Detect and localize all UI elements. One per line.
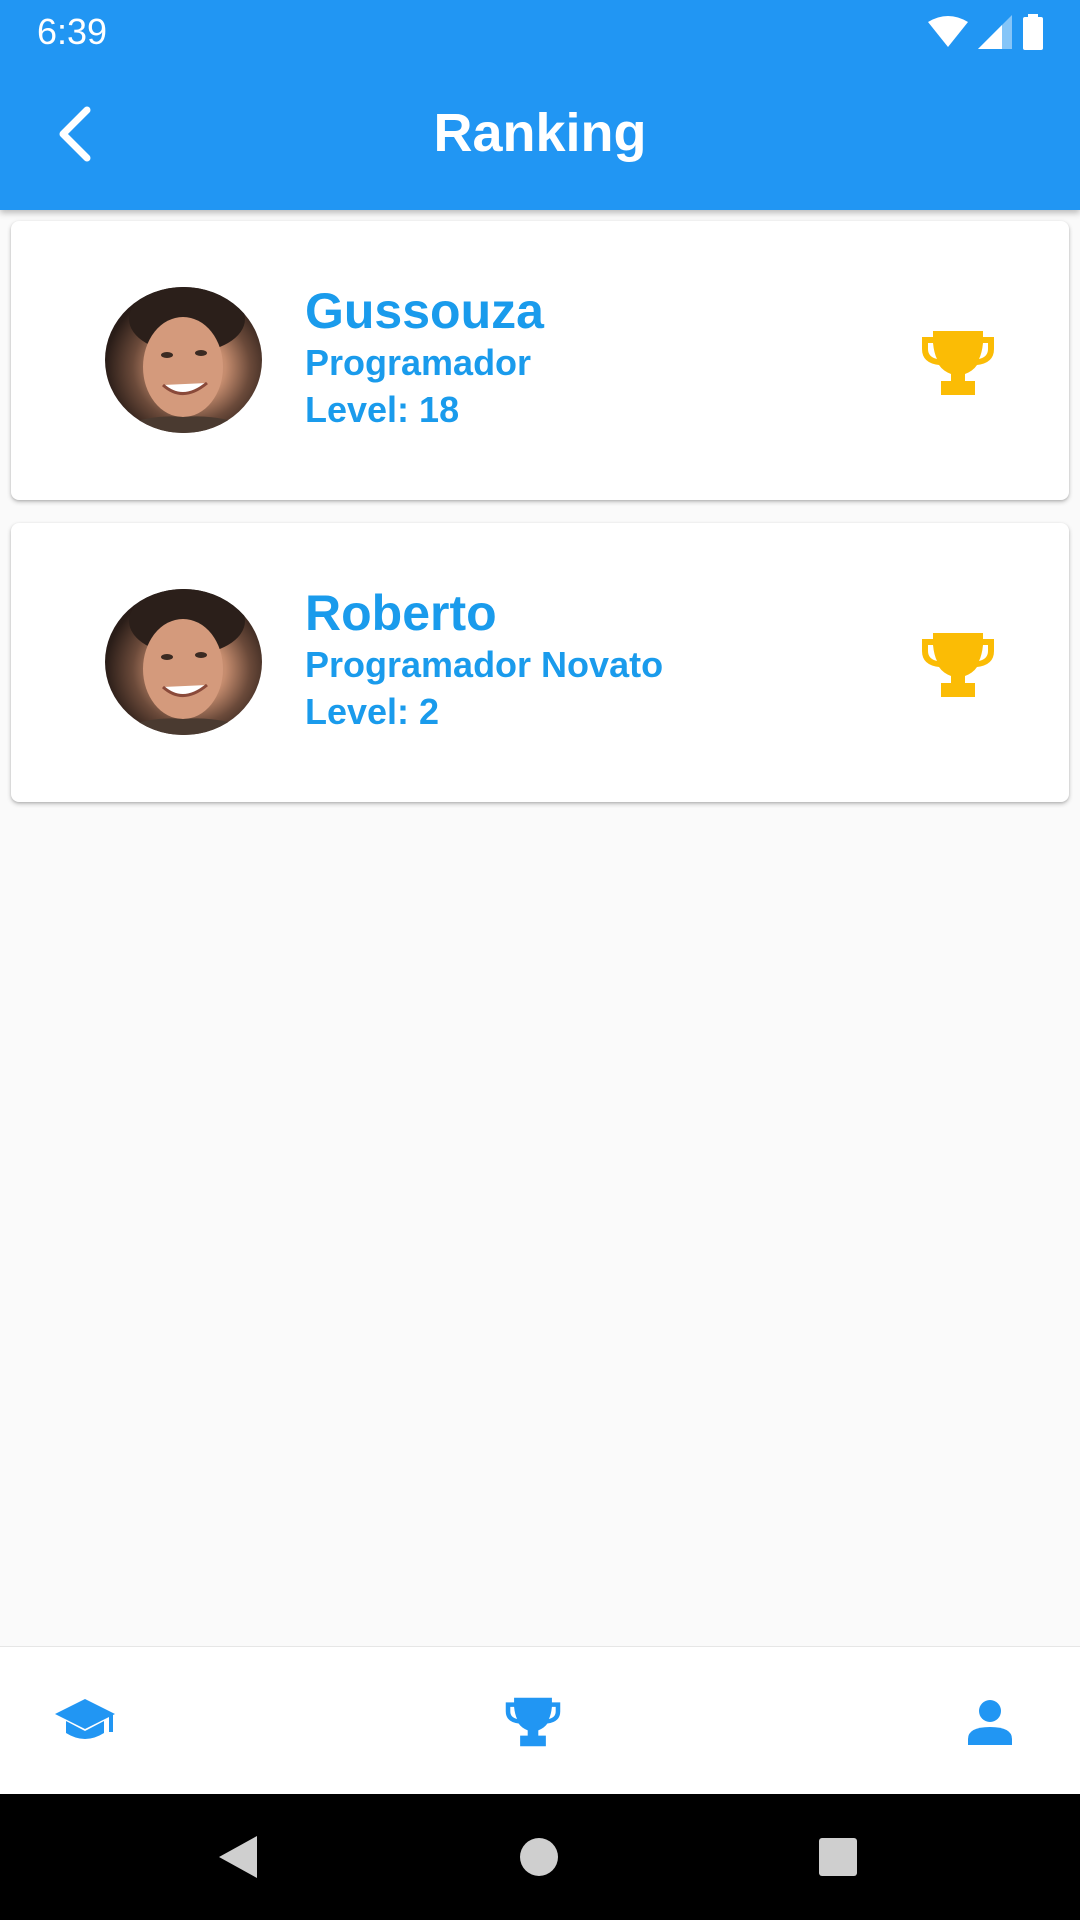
ranking-card[interactable]: Roberto Programador Novato Level: 2: [11, 523, 1069, 802]
user-level: Level: 2: [305, 691, 440, 732]
avatar: [105, 589, 262, 735]
status-icons: [928, 12, 1044, 52]
graduation-cap-icon: [55, 1699, 115, 1739]
top-bar: 6:39 Ranking: [0, 0, 1080, 210]
circle-home-icon: [520, 1838, 558, 1876]
user-level: Level: 18: [305, 389, 460, 430]
trophy-icon: [505, 1697, 561, 1747]
bottom-navigation: [0, 1646, 1080, 1795]
user-name: Gussouza: [305, 283, 544, 339]
system-back-button[interactable]: [205, 1824, 271, 1890]
cell-signal-icon: [978, 15, 1012, 49]
triangle-back-icon: [219, 1836, 257, 1878]
user-info: Gussouza Programador Level: 18: [305, 283, 544, 433]
user-info: Roberto Programador Novato Level: 2: [305, 585, 663, 735]
avatar: [105, 287, 262, 433]
wifi-icon: [928, 16, 968, 47]
user-role: Programador Novato: [305, 644, 664, 685]
nav-profile-button[interactable]: [955, 1687, 1025, 1757]
status-bar: 6:39: [0, 0, 1080, 63]
trophy-icon: [922, 633, 994, 697]
nav-learn-button[interactable]: [50, 1687, 120, 1757]
user-name: Roberto: [305, 585, 497, 641]
system-navigation-bar: [0, 1794, 1080, 1920]
nav-ranking-button[interactable]: [498, 1687, 568, 1757]
ranking-card[interactable]: Gussouza Programador Level: 18: [11, 221, 1069, 500]
user-role: Programador: [305, 342, 532, 383]
system-home-button[interactable]: [506, 1824, 572, 1890]
app-bar: Ranking: [0, 63, 1080, 210]
system-recents-button[interactable]: [805, 1824, 871, 1890]
trophy-icon: [922, 331, 994, 395]
square-recents-icon: [819, 1838, 857, 1876]
status-time: 6:39: [37, 11, 108, 52]
page-title: Ranking: [433, 103, 647, 163]
battery-icon: [1023, 14, 1043, 50]
ranking-screen: 6:39 Ranking Gussouza Programador Level:…: [0, 0, 1080, 1920]
person-icon: [968, 1700, 1012, 1745]
